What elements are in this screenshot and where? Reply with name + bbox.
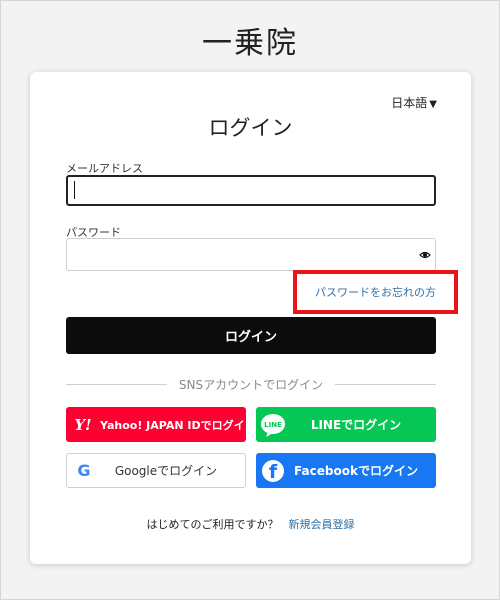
forgot-password-highlight: パスワードをお忘れの方	[293, 270, 458, 314]
signup-link[interactable]: 新規会員登録	[289, 518, 355, 531]
google-login-label: Googleでログイン	[114, 464, 218, 478]
login-button[interactable]: ログイン	[66, 317, 436, 354]
language-label: 日本語	[391, 96, 428, 110]
yahoo-login-label: Yahoo! JAPAN IDでログイン	[100, 418, 256, 432]
text-cursor	[74, 181, 75, 199]
login-card: 日本語 ▼ ログイン メールアドレス パスワード パスワードをお忘れの方 ログイン…	[30, 72, 471, 564]
yahoo-icon-text: Y!	[74, 415, 92, 434]
forgot-password-link[interactable]: パスワードをお忘れの方	[297, 274, 454, 310]
line-login-button[interactable]: LINE LINEでログイン	[256, 407, 436, 442]
facebook-icon-circle: f	[262, 459, 284, 482]
divider-line-left	[66, 383, 167, 385]
google-icon: G	[67, 454, 101, 487]
facebook-icon-text: f	[268, 460, 278, 482]
language-selector[interactable]: 日本語 ▼	[391, 94, 437, 111]
google-icon-text: G	[77, 461, 91, 480]
yahoo-icon: Y!	[66, 407, 100, 442]
divider-line-right	[335, 383, 436, 385]
signup-prompt: はじめてのご利用ですか？	[146, 518, 279, 531]
line-icon: LINE	[256, 407, 290, 442]
facebook-icon: f	[256, 453, 290, 488]
site-title: 一乗院	[202, 26, 298, 61]
email-label: メールアドレス	[66, 162, 143, 175]
yahoo-login-button[interactable]: Y! Yahoo! JAPAN IDでログイン	[66, 407, 256, 442]
show-password-eye-icon[interactable]	[419, 249, 431, 261]
facebook-login-label: Facebookでログイン	[294, 464, 418, 478]
line-icon-text: LINE	[264, 420, 282, 429]
google-login-button[interactable]: G Googleでログイン	[66, 453, 246, 488]
email-input[interactable]	[66, 175, 436, 206]
line-login-label: LINEでログイン	[310, 418, 402, 432]
login-title: ログイン	[208, 116, 293, 140]
dropdown-caret-icon: ▼	[429, 99, 437, 110]
signup-row: はじめてのご利用ですか？ 新規会員登録	[30, 516, 471, 532]
sns-divider: SNSアカウントでログイン	[66, 374, 436, 394]
password-input[interactable]	[66, 238, 436, 271]
sns-divider-text: SNSアカウントでログイン	[178, 377, 324, 392]
facebook-login-button[interactable]: f Facebookでログイン	[256, 453, 436, 488]
